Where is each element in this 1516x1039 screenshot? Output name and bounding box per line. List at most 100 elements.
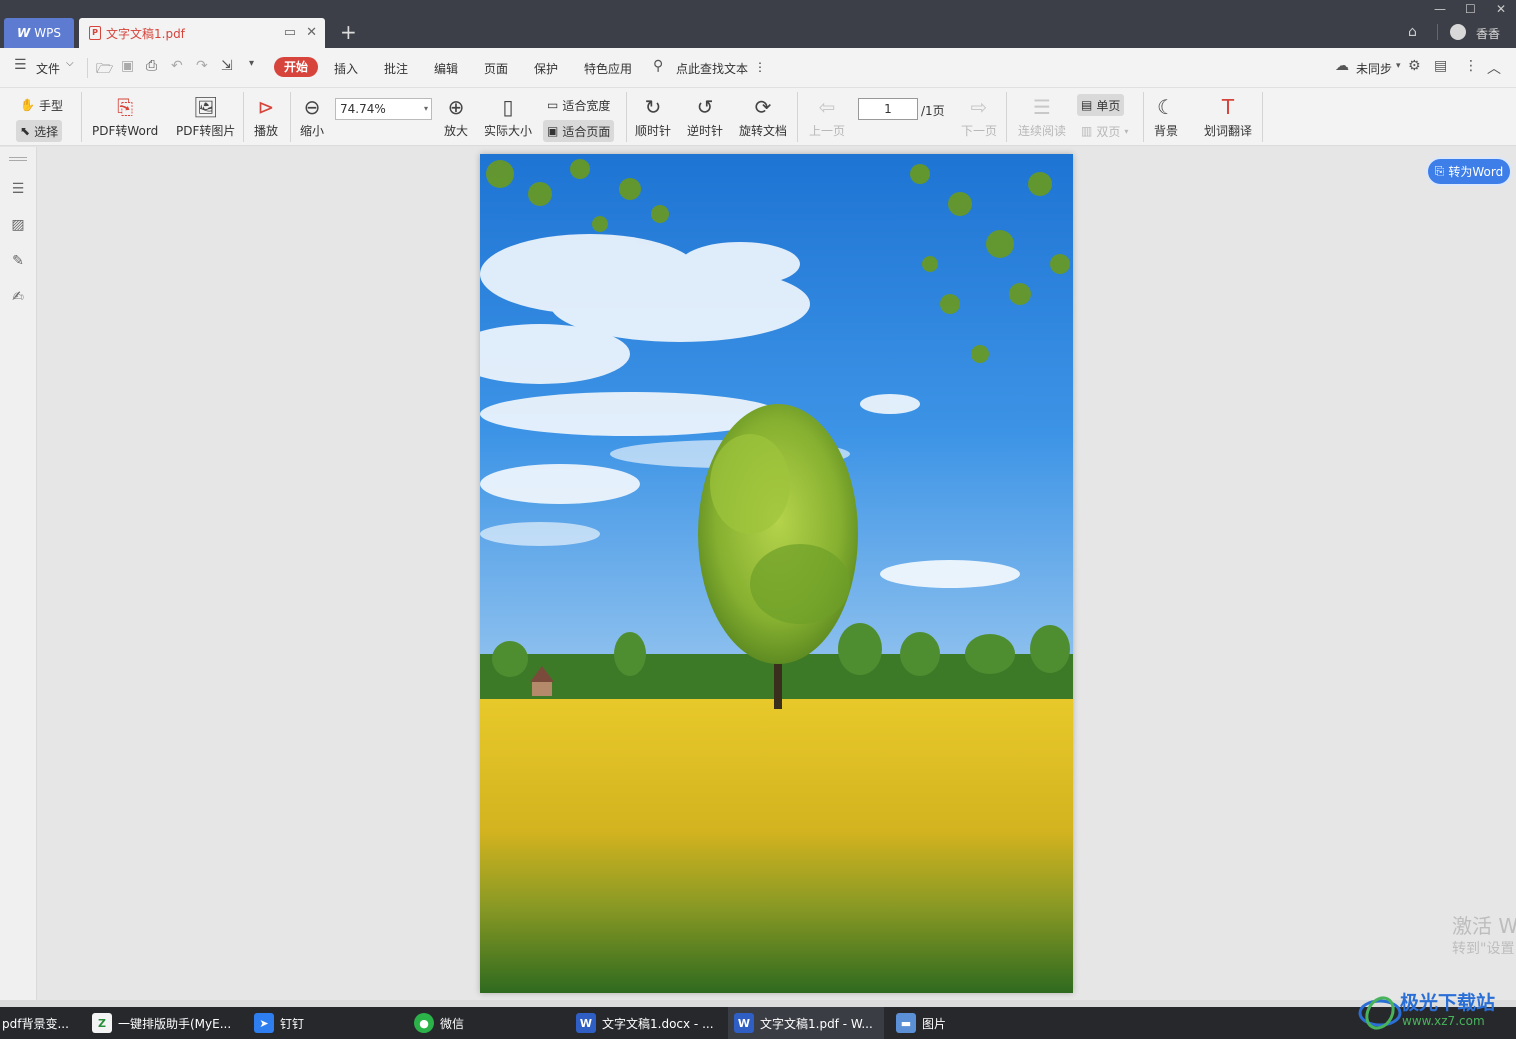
taskbar-item-photos[interactable]: ▬ 图片	[890, 1007, 1030, 1039]
continuous-reading-button[interactable]: ☰ 连续阅读	[1018, 94, 1066, 139]
play-label: 播放	[254, 124, 279, 138]
zoom-out-button[interactable]: ⊖ 缩小	[300, 94, 324, 139]
tab-close-icon[interactable]: ✕	[306, 25, 317, 40]
divider	[290, 92, 291, 142]
export-icon[interactable]: ⇲	[221, 58, 233, 74]
chevron-down-icon[interactable]: ⌵	[66, 58, 74, 69]
pdf-to-image-button[interactable]: 🖼 PDF转图片	[176, 94, 235, 139]
skin-shirt-icon[interactable]: ⌂	[1408, 24, 1417, 40]
divider	[87, 58, 88, 78]
taskbar-divider	[0, 1000, 1516, 1007]
print-icon[interactable]: ⎙	[146, 58, 157, 74]
tab-protect[interactable]: 保护	[534, 60, 558, 77]
actual-size-icon: ▯	[502, 95, 514, 119]
taskbar-item-myeditor[interactable]: Z 一键排版助手(MyE...	[86, 1007, 246, 1039]
taskbar-item-label: 文字文稿1.pdf - W...	[760, 1016, 873, 1031]
cloud-sync-icon[interactable]: ☁	[1335, 58, 1349, 74]
more-vertical-icon[interactable]: ⋮	[1464, 58, 1478, 74]
wps-home-tab[interactable]: W WPS	[4, 18, 74, 48]
more-options-icon[interactable]: ⋮	[754, 60, 766, 74]
zoom-dropdown-icon[interactable]: ▾	[424, 99, 428, 119]
cursor-arrow-icon: ⬉	[20, 124, 31, 138]
save-icon[interactable]: ▣	[121, 58, 134, 74]
tab-annotate[interactable]: 批注	[384, 60, 408, 77]
play-button[interactable]: ⊳ 播放	[254, 94, 278, 139]
zoom-in-button[interactable]: ⊕ 放大	[444, 94, 468, 139]
pdf-page[interactable]	[480, 154, 1073, 993]
sync-status[interactable]: 未同步	[1356, 60, 1392, 77]
tab-pin-icon[interactable]: ▭	[284, 25, 296, 40]
hamburger-menu-icon[interactable]: ☰	[14, 57, 27, 73]
zoom-level-value: 74.74%	[340, 102, 386, 116]
taskbar-item-pdf[interactable]: W 文字文稿1.pdf - W...	[728, 1007, 884, 1039]
tab-special-apps[interactable]: 特色应用	[584, 60, 632, 77]
fit-width-button[interactable]: ▭ 适合宽度	[543, 94, 614, 116]
zoom-in-label: 放大	[444, 124, 469, 138]
undo-icon[interactable]: ↶	[171, 58, 183, 74]
word-translate-button[interactable]: T 划词翻译	[1204, 94, 1252, 139]
search-text-field[interactable]: 点此查找文本	[676, 60, 748, 77]
double-page-icon: ▥	[1081, 124, 1093, 138]
open-folder-icon[interactable]: 🗁	[96, 58, 113, 82]
double-page-button[interactable]: ▥ 双页 ▾	[1077, 120, 1132, 142]
sync-dropdown-icon[interactable]: ▾	[1396, 61, 1401, 71]
rotate-counterclockwise-icon: ↺	[696, 95, 714, 119]
rotate-document-button[interactable]: ⟳ 旋转文档	[739, 94, 787, 139]
hand-tool[interactable]: ✋ 手型	[16, 94, 67, 116]
fit-page-button[interactable]: ▣ 适合页面	[543, 120, 615, 142]
customize-dropdown-icon[interactable]: ▾	[249, 58, 254, 69]
feedback-icon[interactable]: ▤	[1434, 58, 1447, 74]
annotation-pen-icon[interactable]: ✎	[9, 253, 27, 271]
next-page-label: 下一页	[961, 124, 998, 138]
minimize-icon[interactable]: —	[1434, 2, 1446, 16]
single-page-button[interactable]: ▤ 单页	[1077, 94, 1125, 116]
avatar[interactable]	[1450, 24, 1466, 40]
taskbar-item-docx[interactable]: W 文字文稿1.docx - ...	[570, 1007, 724, 1039]
new-tab-plus-icon[interactable]: +	[340, 20, 357, 44]
rotate-document-icon: ⟳	[754, 95, 772, 119]
rotate-counterclockwise-button[interactable]: ↺ 逆时针	[687, 94, 723, 139]
maximize-icon[interactable]: ☐	[1465, 2, 1476, 16]
sidebar-grip-icon[interactable]	[9, 157, 27, 161]
continuous-reading-icon: ☰	[1033, 95, 1051, 119]
taskbar-item-dingtalk[interactable]: ➤ 钉钉	[248, 1007, 408, 1039]
ribbon-toolbar: ✋ 手型 ⬉ 选择 ⎘ PDF转Word 🖼 PDF转图片 ⊳ 播放 ⊖ 缩小 …	[0, 88, 1516, 146]
convert-to-word-button[interactable]: ⎘ 转为Word	[1426, 157, 1512, 186]
background-button[interactable]: ☾ 背景	[1154, 94, 1178, 139]
collapse-ribbon-icon[interactable]: ︿	[1487, 58, 1501, 78]
tab-insert[interactable]: 插入	[334, 60, 358, 77]
search-icon[interactable]: ⚲	[653, 58, 663, 74]
zoom-out-icon: ⊖	[303, 95, 321, 119]
user-name[interactable]: 香香	[1476, 25, 1500, 42]
tab-edit[interactable]: 编辑	[434, 60, 458, 77]
taskbar-item-wechat[interactable]: ● 微信	[408, 1007, 568, 1039]
file-menu[interactable]: 文件	[36, 60, 60, 77]
wechat-app-icon: ●	[414, 1013, 434, 1033]
document-tab[interactable]: P 文字文稿1.pdf ▭ ✕	[79, 18, 325, 48]
word-translate-label: 划词翻译	[1204, 124, 1253, 138]
taskbar-item-pdf-background[interactable]: pdf背景变...	[0, 1007, 76, 1039]
redo-icon[interactable]: ↷	[196, 58, 208, 74]
rotate-clockwise-button[interactable]: ↻ 顺时针	[635, 94, 671, 139]
start-tab[interactable]: 开始	[274, 57, 318, 77]
double-page-label: 双页	[1096, 124, 1121, 139]
signature-icon[interactable]: ✍	[9, 289, 27, 307]
previous-page-label: 上一页	[809, 124, 846, 138]
pdf-to-word-button[interactable]: ⎘ PDF转Word	[92, 94, 158, 139]
select-tool[interactable]: ⬉ 选择	[16, 120, 63, 142]
fit-width-icon: ▭	[547, 98, 559, 112]
tab-page[interactable]: 页面	[484, 60, 508, 77]
title-bar: W WPS P 文字文稿1.pdf ▭ ✕ + — ☐ ✕ ⌂ 香香	[0, 0, 1516, 48]
next-page-button[interactable]: ⇨ 下一页	[961, 94, 997, 139]
settings-gear-icon[interactable]: ⚙	[1408, 58, 1421, 74]
convert-to-word-label: 转为Word	[1448, 165, 1504, 179]
single-page-icon: ▤	[1081, 98, 1093, 112]
document-viewport[interactable]	[38, 147, 1516, 1000]
actual-size-button[interactable]: ▯ 实际大小	[484, 94, 532, 139]
page-number-input[interactable]: 1	[858, 98, 918, 120]
window-close-icon[interactable]: ✕	[1496, 2, 1506, 16]
outline-list-icon[interactable]: ☰	[9, 181, 27, 199]
previous-page-button[interactable]: ⇦ 上一页	[809, 94, 845, 139]
thumbnail-image-icon[interactable]: ▨	[9, 217, 27, 235]
zoom-level-select[interactable]: 74.74% ▾	[335, 98, 432, 120]
